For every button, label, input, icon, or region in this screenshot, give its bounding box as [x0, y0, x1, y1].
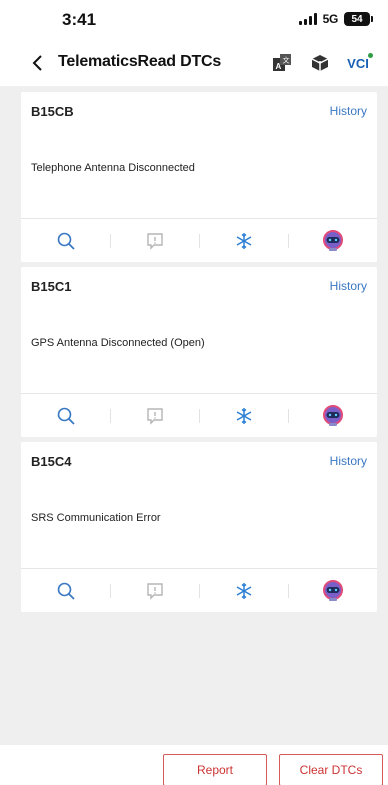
message-alert-icon[interactable]: [110, 394, 199, 437]
freeze-frame-icon[interactable]: [199, 394, 288, 437]
dtc-action-bar: [21, 568, 377, 612]
network-type: 5G: [322, 12, 339, 26]
search-icon[interactable]: [21, 219, 110, 262]
nav-bar: TelematicsRead DTCs A 文 VCI: [0, 40, 388, 86]
report-button[interactable]: Report: [163, 754, 267, 785]
history-link[interactable]: History: [330, 104, 367, 118]
nav-actions: A 文 VCI: [270, 51, 373, 75]
translate-icon[interactable]: A 文: [270, 51, 294, 75]
dtc-card: B15CB History Telephone Antenna Disconne…: [21, 92, 377, 262]
bottom-action-bar: Report Clear DTCs: [0, 745, 388, 785]
message-alert-icon[interactable]: [110, 219, 199, 262]
freeze-frame-icon[interactable]: [199, 569, 288, 612]
clear-dtcs-button[interactable]: Clear DTCs: [279, 754, 383, 785]
page-title: TelematicsRead DTCs: [58, 53, 222, 70]
vci-label: VCI: [347, 52, 373, 71]
vehicle-module-icon[interactable]: [308, 51, 332, 75]
ai-assistant-icon[interactable]: [288, 394, 377, 437]
history-link[interactable]: History: [330, 454, 367, 468]
vci-connection-icon[interactable]: VCI: [346, 51, 373, 75]
cellular-signal-icon: [298, 13, 317, 25]
dtc-card: B15C1 History GPS Antenna Disconnected (…: [21, 267, 377, 437]
dtc-description: GPS Antenna Disconnected (Open): [31, 337, 205, 349]
dtc-action-bar: [21, 393, 377, 437]
back-icon[interactable]: [26, 51, 50, 75]
dtc-card: B15C4 History SRS Communication Error: [21, 442, 377, 612]
vci-text: VCI: [347, 55, 369, 71]
dtc-description: Telephone Antenna Disconnected: [31, 162, 195, 174]
status-indicators: 5G 54: [298, 12, 373, 26]
vci-status-dot: [367, 52, 373, 58]
dtc-action-bar: [21, 218, 377, 262]
freeze-frame-icon[interactable]: [199, 219, 288, 262]
ai-assistant-icon[interactable]: [288, 569, 377, 612]
search-icon[interactable]: [21, 394, 110, 437]
dtc-code: B15C1: [31, 279, 72, 294]
svg-text:A: A: [276, 62, 282, 71]
dtc-code: B15CB: [31, 104, 74, 119]
battery-icon: 54: [344, 12, 373, 26]
dtc-description: SRS Communication Error: [31, 512, 161, 524]
battery-level: 54: [351, 13, 363, 25]
dtc-code: B15C4: [31, 454, 72, 469]
search-icon[interactable]: [21, 569, 110, 612]
screen: 3:41 5G 54 TelematicsRead DTCs A 文 VCI B…: [0, 0, 388, 785]
ai-assistant-icon[interactable]: [288, 219, 377, 262]
history-link[interactable]: History: [330, 279, 367, 293]
message-alert-icon[interactable]: [110, 569, 199, 612]
svg-text:文: 文: [283, 56, 290, 65]
status-bar: 3:41 5G 54: [0, 0, 388, 40]
status-time: 3:41: [62, 10, 97, 29]
